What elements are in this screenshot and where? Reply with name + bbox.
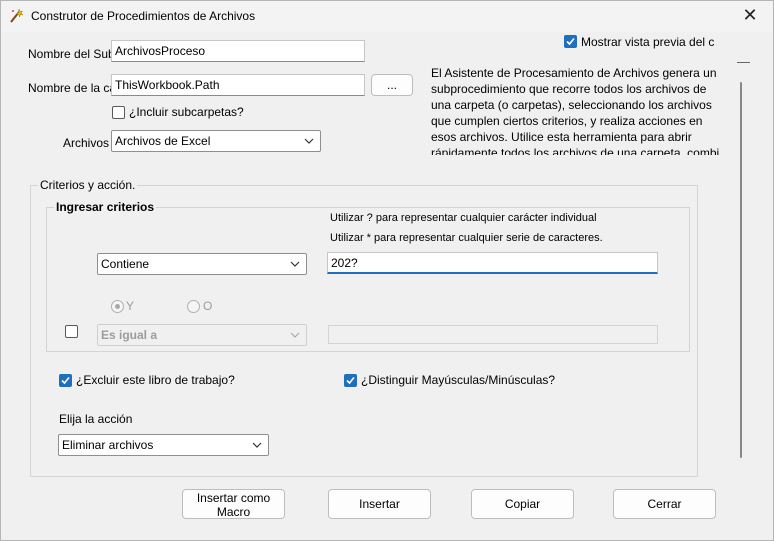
exclude-workbook-checkbox[interactable] [59, 374, 72, 387]
radio-and-label: Y [126, 299, 135, 313]
action-label: Elija la acción [59, 412, 133, 426]
action-select[interactable]: Eliminar archivos [58, 434, 269, 456]
scrollbar-thumb[interactable] [740, 82, 742, 458]
close-button[interactable]: Cerrar [613, 489, 716, 519]
files-label: Archivos [63, 136, 110, 150]
criteria1-input[interactable]: 202? [327, 252, 658, 274]
radio-or-label: O [203, 299, 213, 313]
radio-and[interactable] [111, 300, 124, 313]
include-subfolders-label: ¿Incluir subcarpetas? [129, 105, 244, 119]
chevron-down-icon [252, 442, 262, 448]
condition1-select[interactable]: Contiene [97, 253, 307, 275]
insert-as-macro-button[interactable]: Insertar como Macro [182, 489, 285, 519]
condition2-select[interactable]: Es igual a [97, 324, 307, 346]
radio-or[interactable] [187, 300, 200, 313]
case-sensitive-label: ¿Distinguir Mayúsculas/Minúsculas? [361, 373, 556, 387]
scrollbar-top-line [737, 62, 750, 63]
app-wand-icon [8, 8, 24, 24]
hint-single-char: Utilizar ? para representar cualquier ca… [330, 212, 597, 224]
criteria2-input[interactable] [328, 325, 658, 344]
files-type-select[interactable]: Archivos de Excel [111, 130, 321, 152]
files-type-value: Archivos de Excel [115, 134, 211, 148]
criteria-group-title: Criterios y acción. [38, 178, 138, 192]
description-text: El Asistente de Procesamiento de Archivo… [431, 66, 720, 155]
enter-criteria-title: Ingresar criterios [54, 200, 157, 214]
show-preview-checkbox[interactable] [564, 35, 577, 48]
chevron-down-icon [290, 261, 300, 267]
close-icon[interactable]: ✕ [738, 3, 762, 27]
row2-enable-checkbox[interactable] [65, 325, 78, 338]
checkmark-icon [61, 376, 70, 385]
chevron-down-icon [290, 332, 300, 338]
browse-button[interactable]: ... [371, 74, 413, 96]
checkmark-icon [566, 37, 575, 46]
subproc-name-input[interactable]: ArchivosProceso [111, 40, 365, 62]
include-subfolders-checkbox[interactable] [112, 106, 125, 119]
condition2-value: Es igual a [101, 328, 158, 342]
case-sensitive-checkbox[interactable] [344, 374, 357, 387]
chevron-down-icon [304, 138, 314, 144]
checkmark-icon [346, 376, 355, 385]
copy-button[interactable]: Copiar [471, 489, 574, 519]
condition1-value: Contiene [101, 257, 150, 271]
folder-path-input[interactable]: ThisWorkbook.Path [111, 74, 365, 96]
action-value: Eliminar archivos [62, 438, 154, 452]
exclude-workbook-label: ¿Excluir este libro de trabajo? [76, 373, 235, 387]
radio-dot [115, 304, 120, 309]
window-title: Construtor de Procedimientos de Archivos [31, 9, 256, 23]
show-preview-label: Mostrar vista previa del c [581, 35, 715, 49]
hint-any-chars: Utilizar * para representar cualquier se… [330, 232, 603, 244]
insert-button[interactable]: Insertar [328, 489, 431, 519]
folder-name-label: Nombre de la ca [28, 81, 111, 95]
subproc-name-label: Nombre del Sub [28, 47, 111, 61]
